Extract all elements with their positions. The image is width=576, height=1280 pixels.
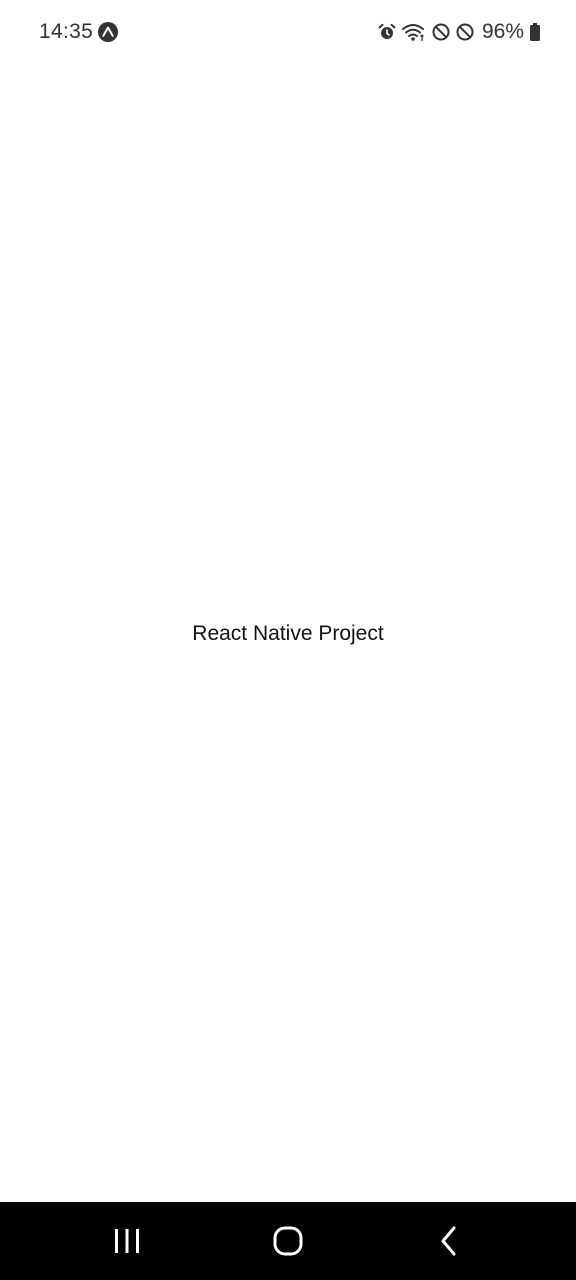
alarm-icon bbox=[378, 23, 396, 41]
do-not-disturb-icon bbox=[432, 23, 450, 41]
status-bar: 14:35 96% bbox=[0, 0, 576, 64]
main-content: React Native Project bbox=[0, 64, 576, 1202]
recents-button[interactable] bbox=[107, 1221, 147, 1261]
back-button[interactable] bbox=[429, 1221, 469, 1261]
home-button[interactable] bbox=[268, 1221, 308, 1261]
wifi-icon bbox=[401, 22, 426, 42]
home-icon bbox=[273, 1226, 303, 1256]
status-icons: 96% bbox=[378, 19, 540, 45]
expo-icon bbox=[98, 22, 118, 42]
status-time: 14:35 bbox=[39, 20, 94, 43]
project-title: React Native Project bbox=[192, 622, 384, 645]
battery-percent: 96% bbox=[481, 20, 524, 43]
battery-icon bbox=[530, 23, 540, 41]
recents-icon bbox=[115, 1229, 139, 1253]
blocked-icon bbox=[456, 23, 474, 41]
back-icon bbox=[441, 1226, 456, 1256]
navigation-bar bbox=[0, 1202, 576, 1280]
